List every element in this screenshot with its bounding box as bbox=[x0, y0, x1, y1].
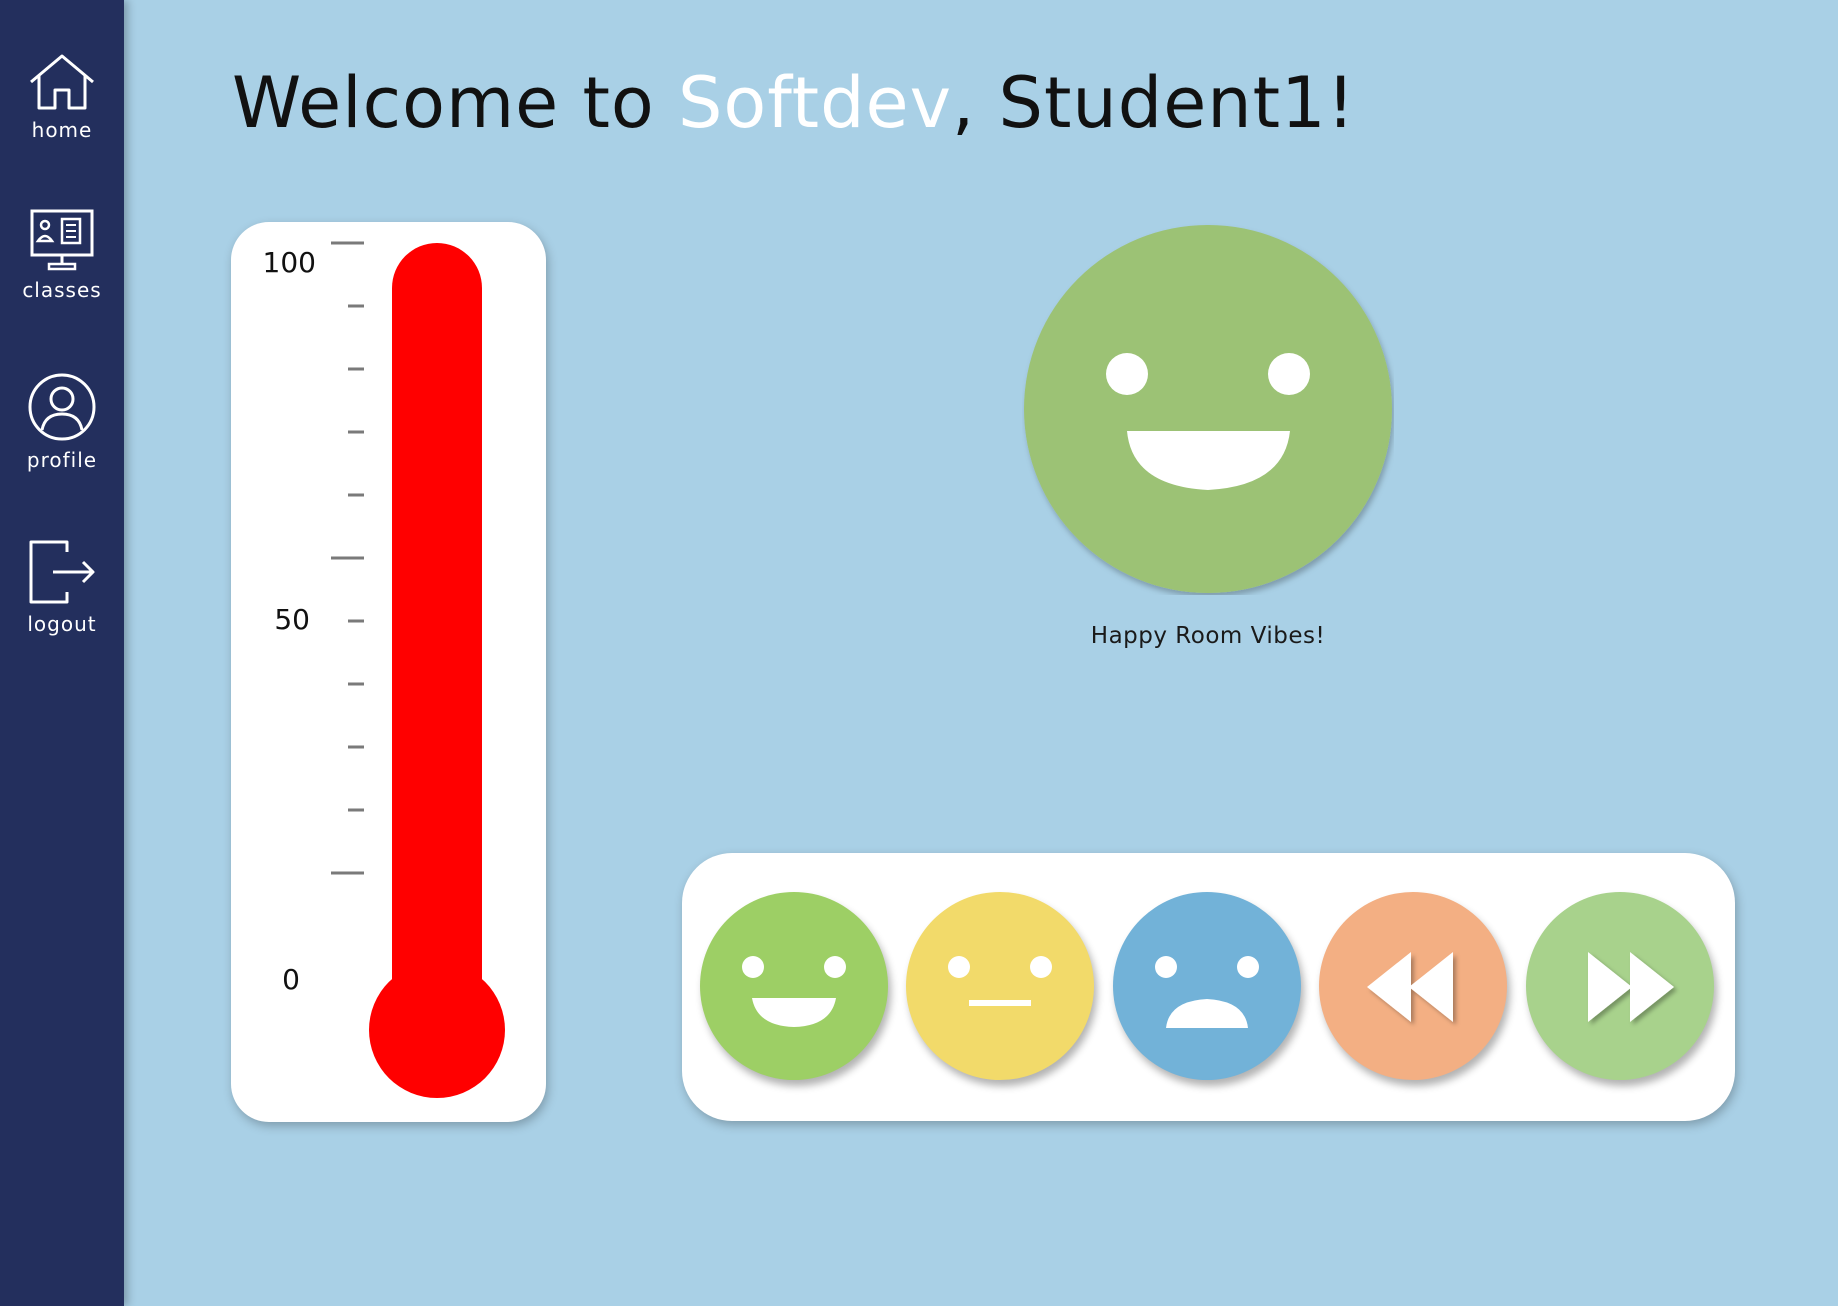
thermometer: 100 50 0 bbox=[263, 241, 505, 1098]
rewind-button[interactable] bbox=[1319, 892, 1507, 1080]
sidebar-item-profile[interactable]: profile bbox=[0, 372, 124, 472]
rewind-icon bbox=[1367, 952, 1453, 1022]
neutral-button[interactable] bbox=[906, 892, 1094, 1080]
tick-label-max: 100 bbox=[263, 246, 316, 279]
sidebar-item-label: home bbox=[31, 118, 93, 142]
thermometer-ticks bbox=[331, 241, 364, 875]
happy-button[interactable] bbox=[700, 892, 888, 1080]
fast-forward-button[interactable] bbox=[1526, 892, 1714, 1080]
fast-forward-icon bbox=[1588, 952, 1674, 1022]
sidebar: home classes profile logout bbox=[0, 0, 124, 1306]
mood-button-panel bbox=[682, 853, 1735, 1121]
title-suffix: , Student1! bbox=[952, 62, 1356, 144]
user-circle-icon bbox=[28, 373, 96, 441]
title-app-name: Softdev bbox=[677, 62, 953, 144]
title-prefix: Welcome to bbox=[232, 62, 678, 144]
house-icon bbox=[30, 54, 94, 110]
sad-face-icon bbox=[1155, 956, 1259, 1028]
tick-label-min: 0 bbox=[282, 963, 300, 996]
thermometer-fill bbox=[392, 243, 482, 1024]
mood-caption: Happy Room Vibes! bbox=[1090, 623, 1326, 649]
mood-face bbox=[1022, 223, 1394, 595]
neutral-face-icon bbox=[948, 956, 1052, 1006]
page-title: Welcome to Softdev, Student1! bbox=[232, 62, 1356, 144]
happy-face-icon bbox=[742, 956, 846, 1027]
sad-button[interactable] bbox=[1113, 892, 1301, 1080]
logout-icon bbox=[29, 540, 95, 604]
sidebar-item-label: logout bbox=[27, 612, 97, 636]
sidebar-item-home[interactable]: home bbox=[0, 52, 124, 142]
sidebar-item-label: profile bbox=[26, 448, 98, 472]
tick-label-mid: 50 bbox=[274, 603, 310, 636]
sidebar-item-logout[interactable]: logout bbox=[0, 538, 124, 636]
sidebar-item-label: classes bbox=[22, 278, 102, 302]
thermometer-bulb bbox=[369, 962, 505, 1098]
happy-face-icon bbox=[1024, 225, 1392, 593]
sidebar-item-classes[interactable]: classes bbox=[0, 208, 124, 302]
thermometer-card: 100 50 0 bbox=[231, 222, 546, 1122]
classroom-icon bbox=[30, 209, 94, 271]
